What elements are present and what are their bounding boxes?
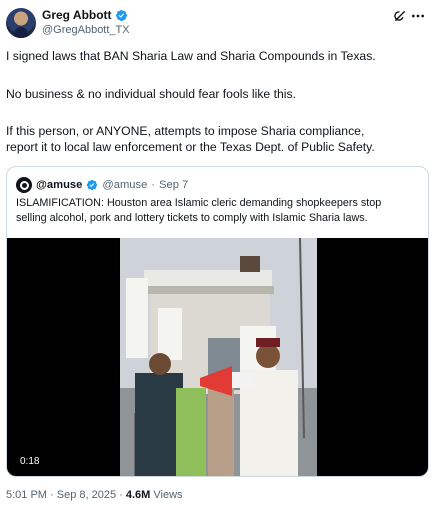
tweet-paragraph-3-line-1: If this person, or ANYONE, attempts to i… bbox=[6, 124, 365, 138]
meta-separator-1: · bbox=[46, 489, 57, 501]
tweet-paragraph-2: No business & no individual should fear … bbox=[6, 87, 296, 101]
author-name[interactable]: Greg Abbott bbox=[42, 8, 112, 22]
quoted-date[interactable]: Sep 7 bbox=[159, 179, 188, 191]
views-count[interactable]: 4.6M bbox=[126, 489, 150, 501]
meta-separator-2: · bbox=[116, 489, 126, 501]
quoted-text-line-2: selling alcohol, pork and lottery ticket… bbox=[16, 212, 368, 224]
avatar-figure bbox=[14, 27, 28, 38]
author-handle[interactable]: @GregAbbott_TX bbox=[42, 24, 130, 36]
tweet-paragraph-1: I signed laws that BAN Sharia Law and Sh… bbox=[6, 49, 376, 63]
quoted-separator: · bbox=[151, 179, 156, 191]
video-player[interactable]: 0:18 bbox=[7, 238, 428, 476]
quoted-avatar-ring bbox=[19, 180, 29, 190]
tweet-header: Greg Abbott @GregAbbott_TX bbox=[6, 7, 427, 43]
quoted-author-avatar[interactable] bbox=[16, 177, 32, 193]
quoted-tweet-text: ISLAMIFICATION: Houston area Islamic cle… bbox=[16, 196, 421, 226]
video-duration: 0:18 bbox=[15, 454, 45, 469]
tweet-date[interactable]: Sep 8, 2025 bbox=[57, 489, 116, 501]
verified-badge-icon bbox=[87, 179, 98, 191]
quoted-author-handle[interactable]: @amuse bbox=[102, 179, 147, 191]
author-avatar[interactable] bbox=[6, 8, 36, 38]
grok-icon[interactable] bbox=[393, 9, 407, 23]
quoted-tweet-header: @amuse @amuse · Sep 7 bbox=[16, 177, 188, 193]
quoted-author-name[interactable]: @amuse bbox=[36, 179, 82, 191]
author-name-row: Greg Abbott bbox=[42, 8, 128, 22]
tweet-meta: 5:01 PM · Sep 8, 2025 · 4.6M Views bbox=[6, 489, 183, 501]
tweet-time[interactable]: 5:01 PM bbox=[6, 489, 47, 501]
video-still-image bbox=[120, 238, 317, 476]
tweet-paragraph-3-line-2: report it to local law enforcement or th… bbox=[6, 140, 375, 154]
quoted-text-line-1: ISLAMIFICATION: Houston area Islamic cle… bbox=[16, 197, 382, 209]
ellipsis-icon bbox=[412, 14, 424, 18]
verified-badge-icon bbox=[115, 9, 127, 21]
views-label: Views bbox=[150, 489, 183, 501]
more-options-icon[interactable] bbox=[410, 8, 426, 24]
quoted-tweet-card[interactable]: @amuse @amuse · Sep 7 ISLAMIFICATION: Ho… bbox=[6, 166, 429, 477]
video-frame bbox=[120, 238, 317, 476]
